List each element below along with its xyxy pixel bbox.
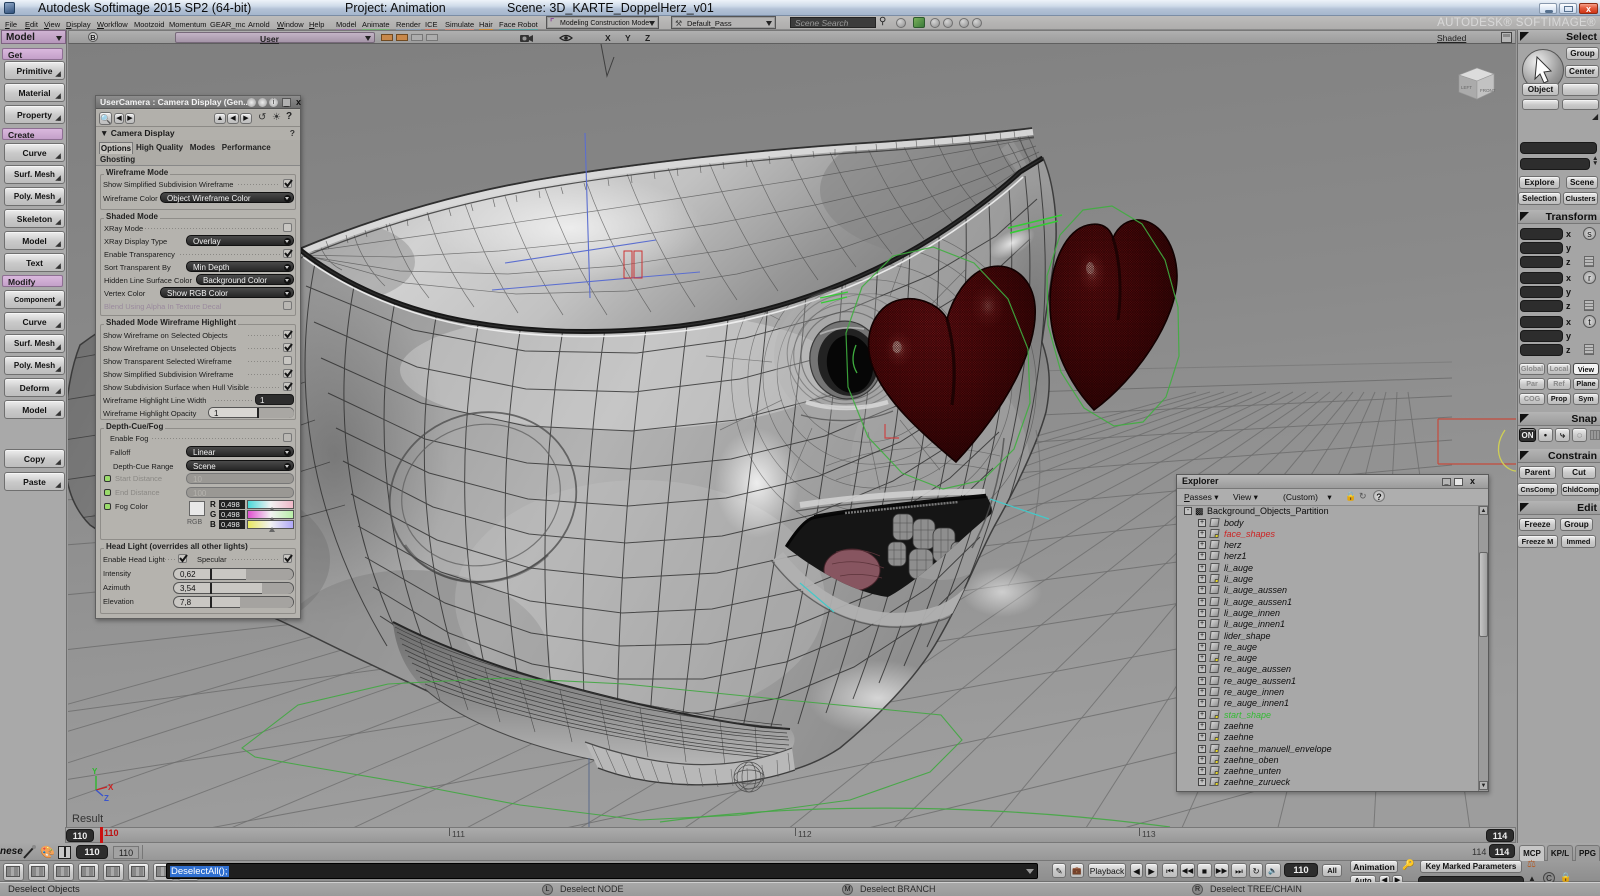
- svg-text:Result: Result: [72, 813, 103, 825]
- svg-text:Z: Z: [104, 794, 109, 803]
- svg-text:Y: Y: [92, 767, 98, 776]
- svg-text:X: X: [108, 783, 114, 792]
- svg-text:LEFT: LEFT: [1461, 85, 1472, 90]
- svg-text:FRONT: FRONT: [1480, 88, 1496, 93]
